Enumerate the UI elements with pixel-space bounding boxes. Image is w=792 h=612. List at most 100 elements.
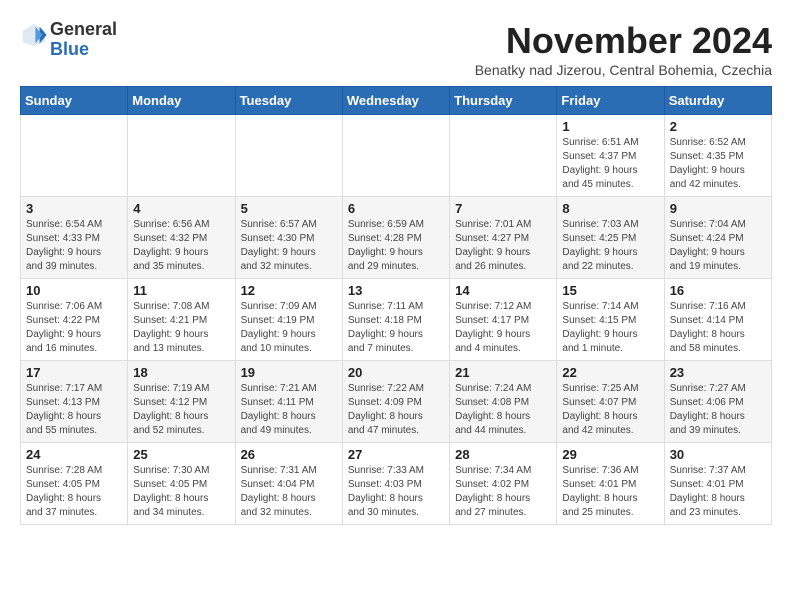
column-header-saturday: Saturday bbox=[664, 87, 771, 115]
day-info: Sunrise: 6:51 AM Sunset: 4:37 PM Dayligh… bbox=[562, 136, 658, 192]
calendar-cell: 29 Sunrise: 7:36 AM Sunset: 4:01 PM Dayli… bbox=[557, 443, 664, 525]
calendar-cell: 10Sunrise: 7:06 AM Sunset: 4:22 PM Dayli… bbox=[21, 279, 128, 361]
page-header: General Blue November 2024 Benatky nad J… bbox=[20, 20, 772, 78]
day-number: 8 bbox=[562, 201, 658, 216]
calendar-cell bbox=[235, 115, 342, 197]
day-number: 30 bbox=[670, 447, 766, 462]
column-header-friday: Friday bbox=[557, 87, 664, 115]
calendar-week-5: 24Sunrise: 7:28 AM Sunset: 4:05 PM Dayli… bbox=[21, 443, 772, 525]
day-info: Sunrise: 7:31 AM Sunset: 4:04 PM Dayligh… bbox=[241, 464, 337, 520]
day-number: 26 bbox=[241, 447, 337, 462]
calendar-cell: 3 Sunrise: 6:54 AM Sunset: 4:33 PM Daylig… bbox=[21, 197, 128, 279]
day-info: Sunrise: 6:52 AM Sunset: 4:35 PM Dayligh… bbox=[670, 136, 766, 192]
day-number: 6 bbox=[348, 201, 444, 216]
column-header-monday: Monday bbox=[128, 87, 235, 115]
column-header-tuesday: Tuesday bbox=[235, 87, 342, 115]
day-info: Sunrise: 7:25 AM Sunset: 4:07 PM Dayligh… bbox=[562, 382, 658, 438]
day-info: Sunrise: 7:34 AM Sunset: 4:02 PM Dayligh… bbox=[455, 464, 551, 520]
day-number: 25 bbox=[133, 447, 229, 462]
calendar-cell: 15 Sunrise: 7:14 AM Sunset: 4:15 PM Dayli… bbox=[557, 279, 664, 361]
calendar-cell: 7Sunrise: 7:01 AM Sunset: 4:27 PM Daylig… bbox=[450, 197, 557, 279]
day-info: Sunrise: 7:37 AM Sunset: 4:01 PM Dayligh… bbox=[670, 464, 766, 520]
calendar-cell: 4Sunrise: 6:56 AM Sunset: 4:32 PM Daylig… bbox=[128, 197, 235, 279]
calendar-cell bbox=[128, 115, 235, 197]
calendar-cell: 24Sunrise: 7:28 AM Sunset: 4:05 PM Dayli… bbox=[21, 443, 128, 525]
day-number: 27 bbox=[348, 447, 444, 462]
calendar-cell: 8 Sunrise: 7:03 AM Sunset: 4:25 PM Daylig… bbox=[557, 197, 664, 279]
calendar-header-row: SundayMondayTuesdayWednesdayThursdayFrid… bbox=[21, 87, 772, 115]
calendar-cell: 20 Sunrise: 7:22 AM Sunset: 4:09 PM Dayli… bbox=[342, 361, 449, 443]
calendar-cell: 17 Sunrise: 7:17 AM Sunset: 4:13 PM Dayli… bbox=[21, 361, 128, 443]
calendar-cell: 16Sunrise: 7:16 AM Sunset: 4:14 PM Dayli… bbox=[664, 279, 771, 361]
day-info: Sunrise: 7:08 AM Sunset: 4:21 PM Dayligh… bbox=[133, 300, 229, 356]
logo-blue-text: Blue bbox=[50, 40, 117, 60]
day-number: 11 bbox=[133, 283, 229, 298]
day-info: Sunrise: 7:09 AM Sunset: 4:19 PM Dayligh… bbox=[241, 300, 337, 356]
calendar-cell: 2Sunrise: 6:52 AM Sunset: 4:35 PM Daylig… bbox=[664, 115, 771, 197]
day-number: 3 bbox=[26, 201, 122, 216]
calendar-week-1: 1 Sunrise: 6:51 AM Sunset: 4:37 PM Daylig… bbox=[21, 115, 772, 197]
day-info: Sunrise: 7:24 AM Sunset: 4:08 PM Dayligh… bbox=[455, 382, 551, 438]
logo-icon bbox=[20, 21, 48, 49]
title-section: November 2024 Benatky nad Jizerou, Centr… bbox=[475, 20, 772, 78]
calendar-cell: 14 Sunrise: 7:12 AM Sunset: 4:17 PM Dayli… bbox=[450, 279, 557, 361]
day-info: Sunrise: 6:59 AM Sunset: 4:28 PM Dayligh… bbox=[348, 218, 444, 274]
calendar-cell: 26 Sunrise: 7:31 AM Sunset: 4:04 PM Dayli… bbox=[235, 443, 342, 525]
day-number: 29 bbox=[562, 447, 658, 462]
day-number: 23 bbox=[670, 365, 766, 380]
day-info: Sunrise: 6:57 AM Sunset: 4:30 PM Dayligh… bbox=[241, 218, 337, 274]
logo-general-text: General bbox=[50, 20, 117, 40]
calendar-cell: 9 Sunrise: 7:04 AM Sunset: 4:24 PM Daylig… bbox=[664, 197, 771, 279]
column-header-thursday: Thursday bbox=[450, 87, 557, 115]
day-number: 21 bbox=[455, 365, 551, 380]
calendar-cell: 11 Sunrise: 7:08 AM Sunset: 4:21 PM Dayli… bbox=[128, 279, 235, 361]
calendar-week-2: 3 Sunrise: 6:54 AM Sunset: 4:33 PM Daylig… bbox=[21, 197, 772, 279]
day-info: Sunrise: 7:36 AM Sunset: 4:01 PM Dayligh… bbox=[562, 464, 658, 520]
location-subtitle: Benatky nad Jizerou, Central Bohemia, Cz… bbox=[475, 62, 772, 78]
day-number: 13 bbox=[348, 283, 444, 298]
day-number: 12 bbox=[241, 283, 337, 298]
day-info: Sunrise: 7:11 AM Sunset: 4:18 PM Dayligh… bbox=[348, 300, 444, 356]
calendar-cell: 1 Sunrise: 6:51 AM Sunset: 4:37 PM Daylig… bbox=[557, 115, 664, 197]
calendar-cell: 12 Sunrise: 7:09 AM Sunset: 4:19 PM Dayli… bbox=[235, 279, 342, 361]
day-number: 19 bbox=[241, 365, 337, 380]
column-header-wednesday: Wednesday bbox=[342, 87, 449, 115]
calendar-cell: 5Sunrise: 6:57 AM Sunset: 4:30 PM Daylig… bbox=[235, 197, 342, 279]
day-number: 1 bbox=[562, 119, 658, 134]
day-info: Sunrise: 7:04 AM Sunset: 4:24 PM Dayligh… bbox=[670, 218, 766, 274]
day-number: 15 bbox=[562, 283, 658, 298]
calendar-cell: 30 Sunrise: 7:37 AM Sunset: 4:01 PM Dayli… bbox=[664, 443, 771, 525]
day-info: Sunrise: 7:33 AM Sunset: 4:03 PM Dayligh… bbox=[348, 464, 444, 520]
day-info: Sunrise: 7:03 AM Sunset: 4:25 PM Dayligh… bbox=[562, 218, 658, 274]
day-number: 20 bbox=[348, 365, 444, 380]
day-info: Sunrise: 7:30 AM Sunset: 4:05 PM Dayligh… bbox=[133, 464, 229, 520]
day-info: Sunrise: 7:19 AM Sunset: 4:12 PM Dayligh… bbox=[133, 382, 229, 438]
day-info: Sunrise: 7:17 AM Sunset: 4:13 PM Dayligh… bbox=[26, 382, 122, 438]
day-number: 22 bbox=[562, 365, 658, 380]
calendar-body: 1 Sunrise: 6:51 AM Sunset: 4:37 PM Daylig… bbox=[21, 115, 772, 525]
calendar-cell: 6 Sunrise: 6:59 AM Sunset: 4:28 PM Daylig… bbox=[342, 197, 449, 279]
calendar-cell bbox=[21, 115, 128, 197]
day-number: 24 bbox=[26, 447, 122, 462]
calendar-week-4: 17 Sunrise: 7:17 AM Sunset: 4:13 PM Dayli… bbox=[21, 361, 772, 443]
month-title: November 2024 bbox=[475, 20, 772, 62]
calendar-week-3: 10Sunrise: 7:06 AM Sunset: 4:22 PM Dayli… bbox=[21, 279, 772, 361]
day-number: 28 bbox=[455, 447, 551, 462]
calendar-cell: 28 Sunrise: 7:34 AM Sunset: 4:02 PM Dayli… bbox=[450, 443, 557, 525]
calendar-table: SundayMondayTuesdayWednesdayThursdayFrid… bbox=[20, 86, 772, 525]
day-number: 17 bbox=[26, 365, 122, 380]
calendar-cell bbox=[342, 115, 449, 197]
calendar-cell: 22 Sunrise: 7:25 AM Sunset: 4:07 PM Dayli… bbox=[557, 361, 664, 443]
day-number: 9 bbox=[670, 201, 766, 216]
calendar-cell: 13 Sunrise: 7:11 AM Sunset: 4:18 PM Dayli… bbox=[342, 279, 449, 361]
day-number: 14 bbox=[455, 283, 551, 298]
day-number: 16 bbox=[670, 283, 766, 298]
logo: General Blue bbox=[20, 20, 117, 60]
calendar-cell: 25 Sunrise: 7:30 AM Sunset: 4:05 PM Dayli… bbox=[128, 443, 235, 525]
day-info: Sunrise: 7:22 AM Sunset: 4:09 PM Dayligh… bbox=[348, 382, 444, 438]
day-info: Sunrise: 6:54 AM Sunset: 4:33 PM Dayligh… bbox=[26, 218, 122, 274]
day-info: Sunrise: 7:12 AM Sunset: 4:17 PM Dayligh… bbox=[455, 300, 551, 356]
day-info: Sunrise: 7:27 AM Sunset: 4:06 PM Dayligh… bbox=[670, 382, 766, 438]
day-info: Sunrise: 6:56 AM Sunset: 4:32 PM Dayligh… bbox=[133, 218, 229, 274]
day-info: Sunrise: 7:14 AM Sunset: 4:15 PM Dayligh… bbox=[562, 300, 658, 356]
